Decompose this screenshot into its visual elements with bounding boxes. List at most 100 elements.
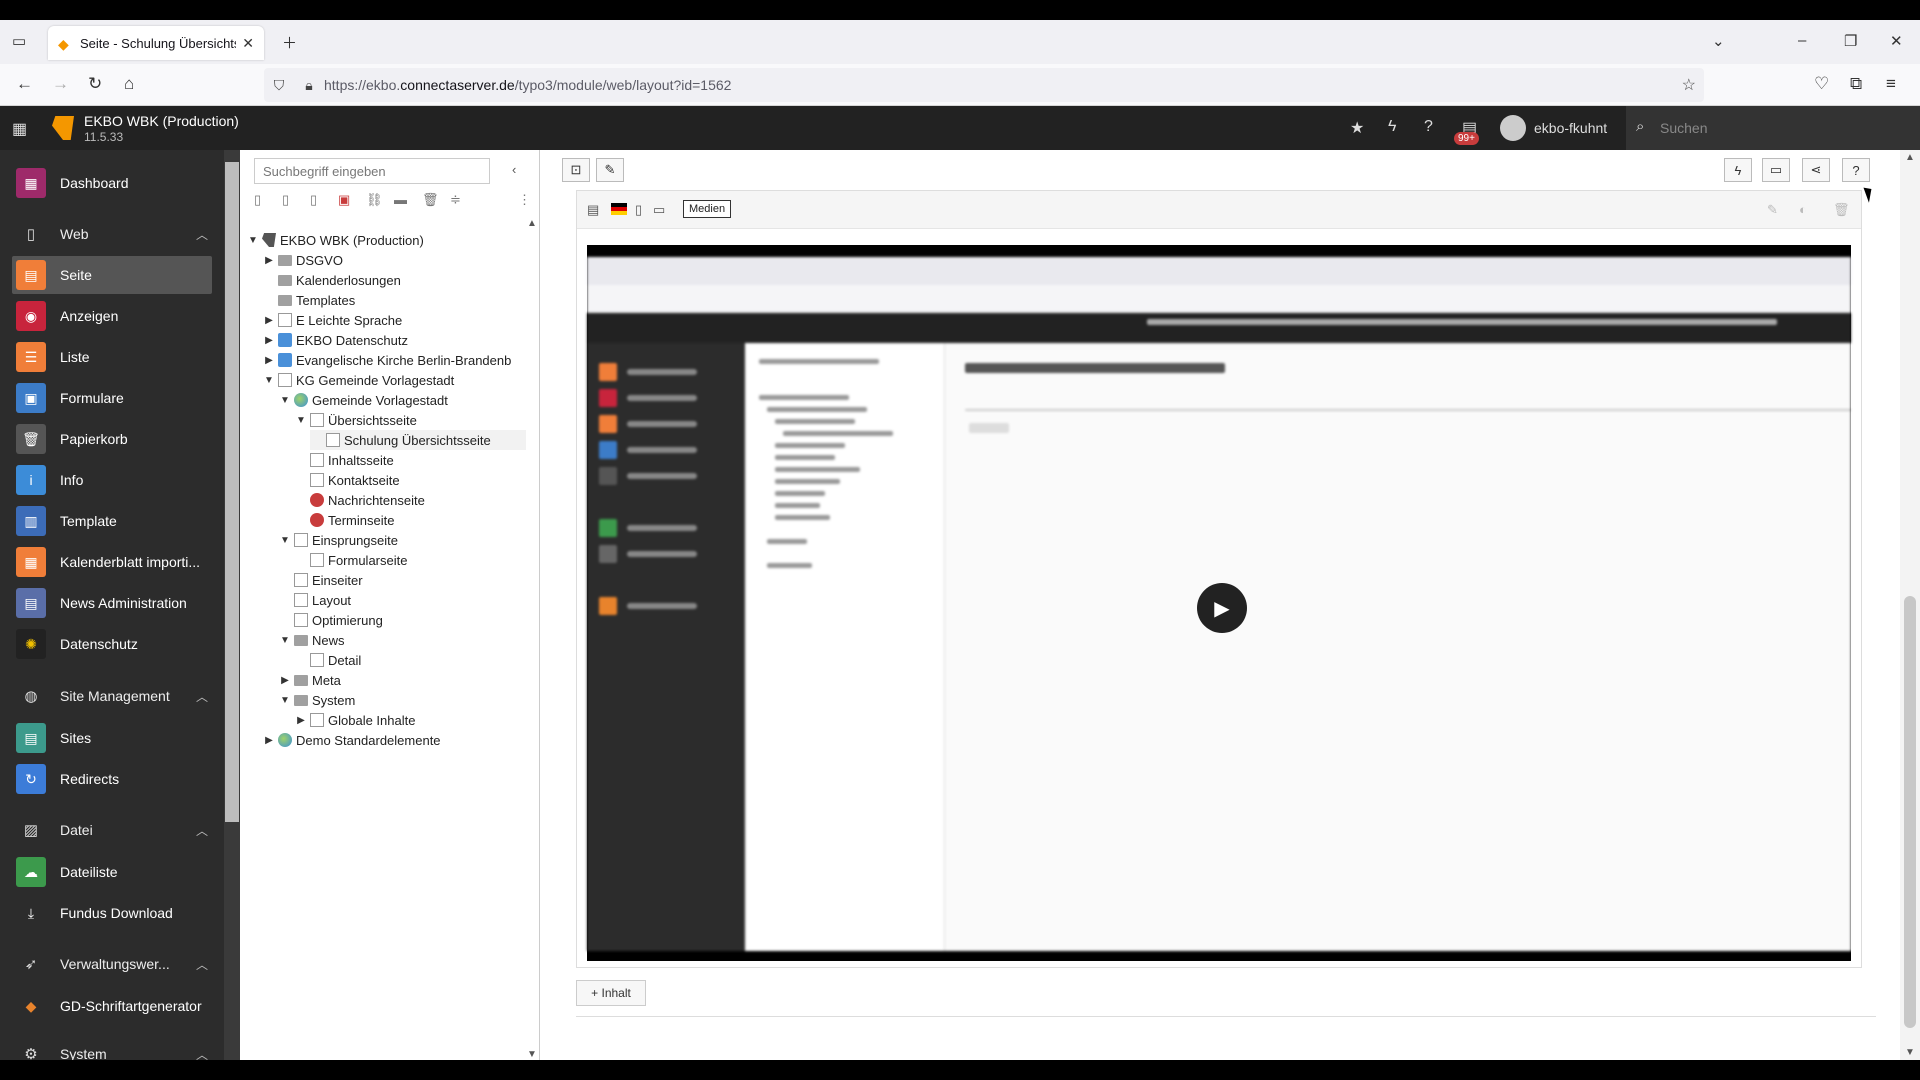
- flash-icon[interactable]: ϟ: [1724, 158, 1752, 182]
- restore-icon[interactable]: ❐: [1844, 32, 1857, 50]
- tree-node[interactable]: Detail: [294, 650, 361, 670]
- scroll-down-icon[interactable]: ▼: [1905, 1047, 1915, 1058]
- help-icon[interactable]: ?: [1424, 118, 1433, 136]
- tree-node[interactable]: Terminseite: [294, 510, 394, 530]
- tree-node[interactable]: ▼ Gemeinde Vorlagestadt: [278, 390, 448, 410]
- tree-node[interactable]: ▼ News: [278, 630, 344, 650]
- tree-node[interactable]: Optimierung: [278, 610, 383, 630]
- tree-node[interactable]: ▼ Einsprungseite: [278, 530, 398, 550]
- scrollbar-thumb[interactable]: [225, 162, 239, 822]
- tree-node[interactable]: Kontaktseite: [294, 470, 400, 490]
- extensions-icon[interactable]: ⧉: [1850, 74, 1862, 94]
- module-papierkorb[interactable]: 🗑︎ Papierkorb: [12, 420, 212, 458]
- collapsed-toggle-icon[interactable]: ▶: [262, 255, 276, 266]
- edit-icon[interactable]: ✎: [1767, 202, 1778, 218]
- bookmark-icon[interactable]: ▭: [1762, 158, 1790, 182]
- forward-icon[interactable]: →: [52, 74, 69, 94]
- bookmarks-star-icon[interactable]: ★: [1350, 118, 1364, 138]
- content-scrollbar[interactable]: ▲ ▼: [1900, 150, 1920, 1060]
- module-datenschutz[interactable]: ✺ Datenschutz: [12, 625, 212, 663]
- browser-tab[interactable]: ◆ Seite - Schulung Übersichtsseit ✕: [48, 26, 264, 60]
- home-icon[interactable]: ⌂: [124, 74, 134, 94]
- expanded-toggle-icon[interactable]: ▼: [278, 535, 292, 546]
- module-fundus-download[interactable]: ⤓ Fundus Download: [12, 894, 212, 932]
- tree-node[interactable]: Kalenderlosungen: [262, 270, 401, 290]
- expanded-toggle-icon[interactable]: ▼: [294, 415, 308, 426]
- bookmark-star-icon[interactable]: ☆: [1682, 75, 1696, 95]
- module-formulare[interactable]: ▣ Formulare: [12, 379, 212, 417]
- new-page-hidden-icon[interactable]: ▣: [338, 192, 350, 208]
- collapsed-toggle-icon[interactable]: ▶: [262, 335, 276, 346]
- scroll-down-icon[interactable]: ▼: [527, 1049, 537, 1060]
- divider-icon[interactable]: ≑: [450, 192, 461, 208]
- tree-node[interactable]: ▶ Meta: [278, 670, 341, 690]
- expanded-toggle-icon[interactable]: ▼: [278, 695, 292, 706]
- video-player[interactable]: ▶: [587, 245, 1851, 961]
- module-anzeigen[interactable]: ◉ Anzeigen: [12, 297, 212, 335]
- tree-node[interactable]: ▶ E Leichte Sprache: [262, 310, 402, 330]
- scroll-up-icon[interactable]: ▲: [1905, 152, 1915, 163]
- collapsed-toggle-icon[interactable]: ▶: [262, 355, 276, 366]
- module-group-verwaltung[interactable]: ➶ Verwaltungswer... ︿: [12, 946, 212, 982]
- tree-node[interactable]: ▼ EKBO WBK (Production): [246, 230, 424, 250]
- edit-page-icon[interactable]: ✎: [596, 158, 624, 182]
- tree-node[interactable]: Nachrichtenseite: [294, 490, 425, 510]
- view-page-icon[interactable]: ⊡: [562, 158, 590, 182]
- collapsed-toggle-icon[interactable]: ▶: [278, 675, 292, 686]
- tree-node[interactable]: Formularseite: [294, 550, 407, 570]
- module-menu-toggle-icon[interactable]: ▦: [12, 119, 27, 139]
- collapsed-toggle-icon[interactable]: ▶: [294, 715, 308, 726]
- close-tab-icon[interactable]: ✕: [242, 35, 254, 52]
- help-icon[interactable]: ?: [1842, 158, 1870, 182]
- module-group-web[interactable]: ▯ Web ︿: [12, 216, 212, 252]
- tree-node[interactable]: Templates: [262, 290, 355, 310]
- module-template[interactable]: ▥ Template: [12, 502, 212, 540]
- share-icon[interactable]: ⋖: [1802, 158, 1830, 182]
- tree-node[interactable]: ▼ Übersichtsseite: [294, 410, 417, 430]
- expanded-toggle-icon[interactable]: ▼: [246, 235, 260, 246]
- tree-node[interactable]: ▶ EKBO Datenschutz: [262, 330, 408, 350]
- play-button[interactable]: ▶: [1197, 583, 1247, 633]
- add-content-button[interactable]: + Inhalt: [576, 980, 646, 1006]
- trash-icon[interactable]: 🗑︎: [1833, 202, 1850, 218]
- new-page-special-icon[interactable]: ▯: [282, 192, 289, 208]
- avatar[interactable]: [1500, 115, 1526, 141]
- module-sites[interactable]: ▤ Sites: [12, 719, 212, 757]
- module-seite[interactable]: ▤ Seite: [12, 256, 212, 294]
- module-liste[interactable]: ☰ Liste: [12, 338, 212, 376]
- tree-node[interactable]: ▶ Demo Standardelemente: [262, 730, 440, 750]
- more-options-icon[interactable]: ⋮: [518, 192, 531, 208]
- url-bar[interactable]: ⛉ 🔒︎ https://ekbo. connectaserver.de/typo…: [264, 68, 1704, 102]
- module-dashboard[interactable]: ▦ Dashboard: [12, 164, 212, 202]
- module-kalenderblatt[interactable]: ▦ Kalenderblatt importi...: [12, 543, 212, 581]
- tree-node[interactable]: ▶ Globale Inhalte: [294, 710, 415, 730]
- link-icon[interactable]: ⛓: [366, 192, 383, 208]
- new-tab-icon[interactable]: ＋: [282, 32, 297, 53]
- username[interactable]: ekbo-fkuhnt: [1534, 120, 1607, 136]
- module-info[interactable]: i Info: [12, 461, 212, 499]
- tree-node[interactable]: ▶ Evangelische Kirche Berlin-Brandenb: [262, 350, 511, 370]
- tree-node-selected[interactable]: Schulung Übersichtsseite: [310, 430, 526, 450]
- tree-scrollbar[interactable]: ▲ ▼: [525, 218, 539, 1060]
- toggle-visibility-icon[interactable]: ◐: [1799, 202, 1807, 217]
- reload-icon[interactable]: ↻: [88, 74, 102, 94]
- module-group-site-management[interactable]: ◍ Site Management ︿: [12, 678, 212, 714]
- scroll-up-icon[interactable]: ▲: [527, 218, 537, 229]
- expanded-toggle-icon[interactable]: ▼: [278, 635, 292, 646]
- chevron-down-icon[interactable]: ⌄: [1712, 32, 1725, 50]
- module-gd-schriftartgenerator[interactable]: ◆ GD-Schriftartgenerator: [12, 987, 212, 1025]
- tree-node[interactable]: Layout: [278, 590, 351, 610]
- scrollbar-thumb[interactable]: [1904, 596, 1916, 1028]
- module-group-system[interactable]: ⚙ System ︿: [12, 1036, 212, 1060]
- tree-node[interactable]: Inhaltsseite: [294, 450, 394, 470]
- close-window-icon[interactable]: ✕: [1890, 32, 1903, 50]
- folder-icon[interactable]: ▬: [394, 192, 407, 207]
- tree-node[interactable]: ▶ DSGVO: [262, 250, 343, 270]
- tree-node[interactable]: ▼ System: [278, 690, 355, 710]
- pocket-icon[interactable]: ♡: [1814, 74, 1829, 94]
- lock-icon[interactable]: 🔒︎: [294, 77, 324, 94]
- collapsed-toggle-icon[interactable]: ▶: [262, 315, 276, 326]
- new-page-icon[interactable]: ▯: [254, 192, 261, 208]
- trash-icon[interactable]: 🗑︎: [422, 192, 439, 208]
- flash-icon[interactable]: ϟ: [1388, 118, 1396, 136]
